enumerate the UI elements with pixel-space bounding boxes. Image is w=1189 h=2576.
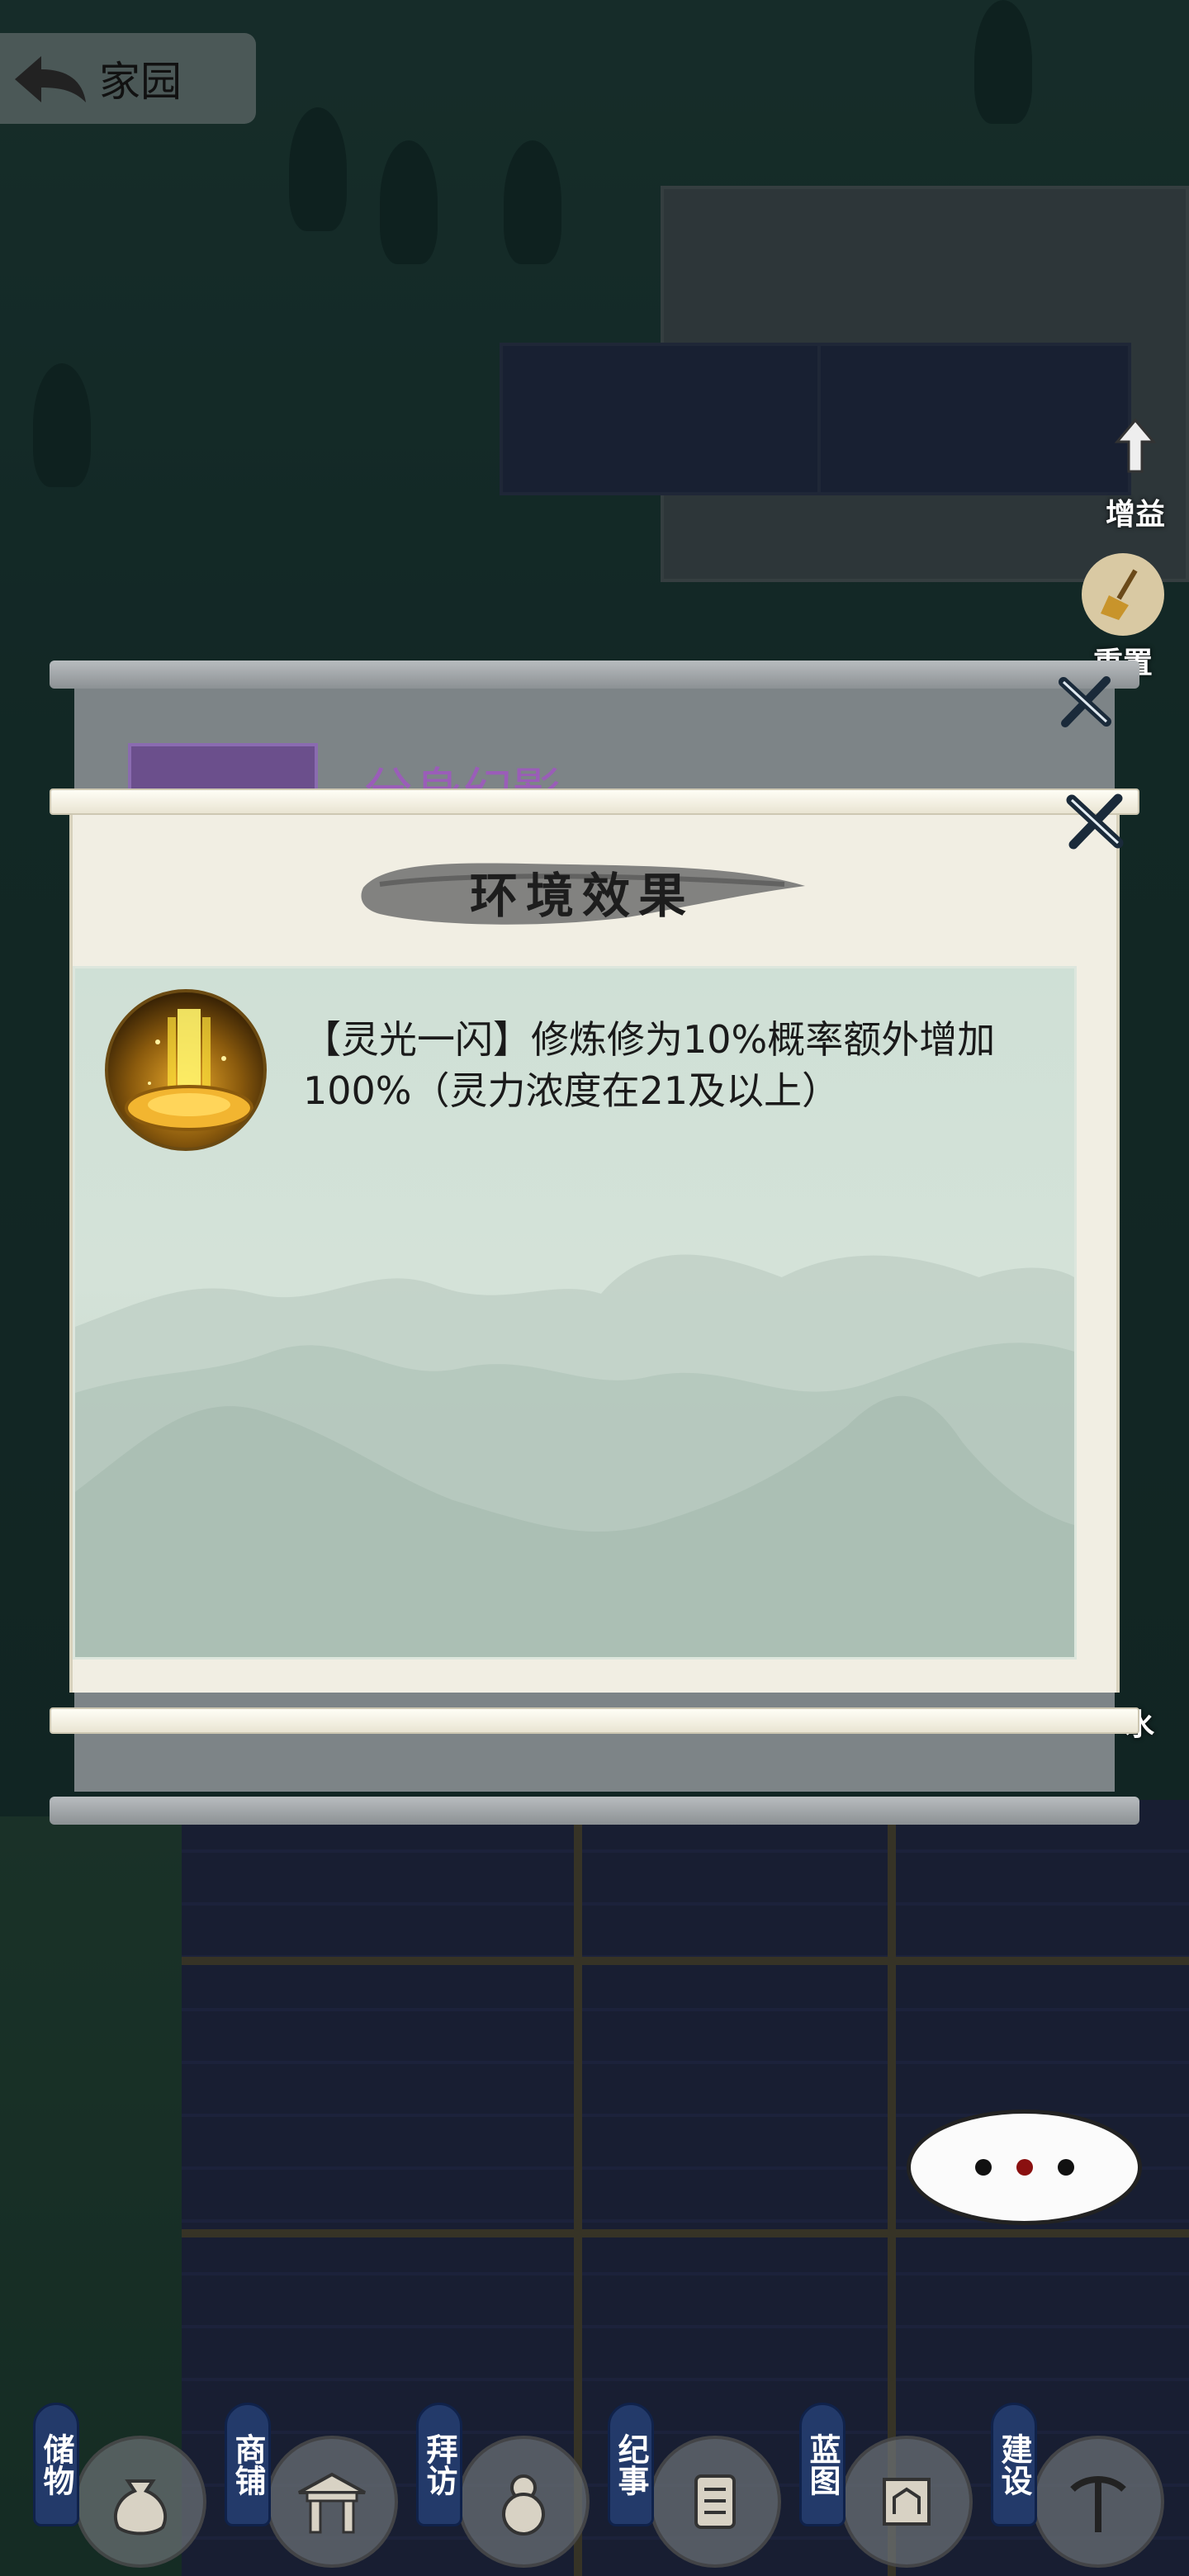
blueprint-icon: [841, 2436, 973, 2568]
dot: [1016, 2159, 1033, 2176]
up-arrow-icon: [1094, 405, 1177, 487]
nav-item-visit[interactable]: 拜访: [416, 2403, 598, 2568]
gourd-icon: [457, 2436, 590, 2568]
chat-bubble-button[interactable]: [907, 2110, 1142, 2225]
bag-icon: [74, 2436, 206, 2568]
dialog-title-banner: 环境效果: [355, 846, 809, 937]
buff-label: 增益: [1105, 498, 1165, 532]
shop-icon: [266, 2436, 398, 2568]
effect-list-panel: 【灵光一闪】修炼修为10%概率额外增加100%（灵力浓度在21及以上）: [73, 966, 1077, 1660]
nav-item-shop[interactable]: 商铺: [225, 2403, 406, 2568]
top-bar: 家园: [0, 33, 256, 124]
effect-item: 【灵光一闪】修炼修为10%概率额外增加100%（灵力浓度在21及以上）: [105, 989, 1054, 1154]
background-close-icon[interactable]: [1055, 672, 1115, 735]
scroll-rod-top: [50, 661, 1139, 689]
nav-label: 纪事: [608, 2403, 654, 2526]
dot: [1057, 2159, 1074, 2176]
back-arrow-icon[interactable]: [0, 33, 99, 124]
nav-item-blueprint[interactable]: 蓝图: [799, 2403, 981, 2568]
background-dialog-tag: [128, 743, 318, 793]
nav-item-chronicle[interactable]: 纪事: [608, 2403, 789, 2568]
nav-label: 蓝图: [799, 2403, 846, 2526]
nav-label: 商铺: [225, 2403, 271, 2526]
dialog-title: 环境效果: [469, 868, 694, 924]
scroll-rod-bottom: [50, 1797, 1139, 1825]
scroll-rod-top: [50, 788, 1139, 815]
buff-button[interactable]: 增益: [1090, 405, 1181, 533]
nav-item-build[interactable]: 建设: [991, 2403, 1172, 2568]
mountain-landscape: [75, 1254, 1074, 1657]
dot: [974, 2159, 992, 2176]
nav-item-storage[interactable]: 储物: [33, 2403, 215, 2568]
page-title: 家园: [99, 58, 182, 106]
bottom-nav: 储物 商铺 拜访 纪事 蓝图 建设: [0, 2378, 1189, 2576]
nav-label: 建设: [991, 2403, 1037, 2526]
scroll-icon: [649, 2436, 781, 2568]
broom-icon: [1082, 553, 1164, 636]
nav-label: 储物: [33, 2403, 79, 2526]
nav-label: 拜访: [416, 2403, 462, 2526]
scroll-rod-bottom: [50, 1707, 1139, 1734]
close-icon[interactable]: [1062, 788, 1128, 858]
pickaxe-icon: [1032, 2436, 1164, 2568]
environment-effect-dialog: 环境效果 【灵光一闪】修炼修为10%概率额外增加100%（灵力浓度在21及以上）: [50, 788, 1139, 1734]
golden-light-icon: [105, 989, 267, 1151]
effect-description: 【灵光一闪】修炼修为10%概率额外增加100%（灵力浓度在21及以上）: [303, 1017, 996, 1113]
